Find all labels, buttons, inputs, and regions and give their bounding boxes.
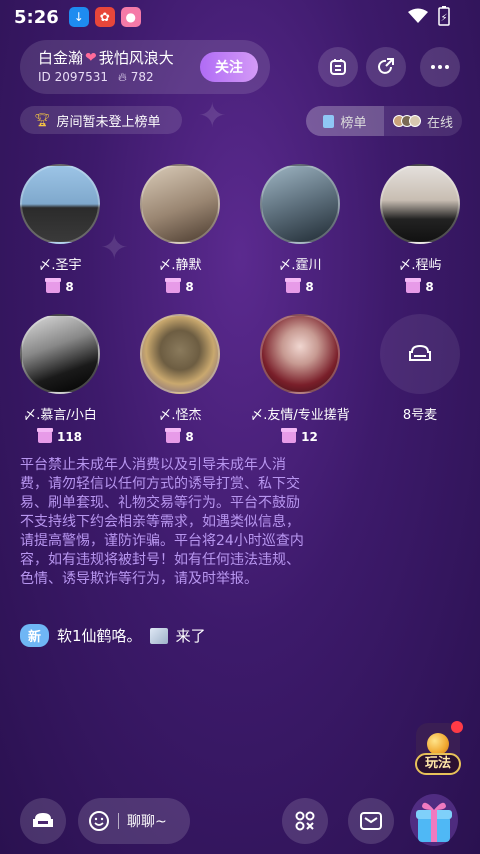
mic-seat-5[interactable]: 〆.慕言/小白 118 xyxy=(5,314,115,444)
seat-username: 〆.怪杰 xyxy=(158,408,202,423)
seat-gift-count: 8 xyxy=(5,278,115,294)
join-username[interactable]: 软1仙鹤咯。 xyxy=(57,625,142,646)
seat-username: 〆.友情/专业搓背 xyxy=(250,408,350,423)
app-notification-icon: ✿ xyxy=(94,7,115,27)
avatar xyxy=(20,164,100,244)
seat-label: 8号麦 xyxy=(402,408,438,423)
apps-grid-icon xyxy=(295,811,315,831)
sparkle-decoration: ✦ xyxy=(198,96,227,136)
room-id: ID 2097531 xyxy=(38,70,109,84)
gameplay-label: 玩法 xyxy=(415,753,461,775)
seat-username: 〆.圣宇 xyxy=(38,258,82,273)
room-title: 白金瀚 ❤ 我怕风浪大 xyxy=(38,47,174,68)
avatar xyxy=(380,164,460,244)
gift-button[interactable] xyxy=(408,792,460,848)
avatar xyxy=(20,314,100,394)
avatar xyxy=(140,314,220,394)
apps-button[interactable] xyxy=(282,798,328,844)
seat-button[interactable] xyxy=(20,798,66,844)
mic-seat-4[interactable]: 〆.程屿 8 xyxy=(365,164,475,294)
download-icon: ↓ xyxy=(68,7,89,27)
seat-username: 〆.慕言/小白 xyxy=(23,408,97,423)
heat-value: 782 xyxy=(130,70,154,84)
mic-seat-3[interactable]: 〆.霆川 8 xyxy=(245,164,355,294)
seat-gift-count: 8 xyxy=(125,278,235,294)
gift-icon xyxy=(281,428,298,443)
list-icon xyxy=(323,114,335,128)
heart-icon: ❤ xyxy=(85,49,97,66)
gift-icon xyxy=(285,278,302,293)
mic-seat-8[interactable]: 8号麦 xyxy=(365,314,475,423)
seat-username: 〆.静默 xyxy=(158,258,202,273)
battery-icon: ⚡ xyxy=(438,6,450,26)
seat-gift-count: 8 xyxy=(365,278,475,294)
seat-gift-count: 8 xyxy=(125,428,235,444)
more-options-button[interactable] xyxy=(420,47,460,87)
share-button[interactable] xyxy=(366,47,406,87)
status-bar: 5:26 ↓ ✿ ● ⚡ xyxy=(0,0,480,34)
heat-indicator: 🔥︎ 782 xyxy=(118,70,154,85)
follow-button[interactable]: 关注 xyxy=(200,52,258,82)
seat-gift-count: 118 xyxy=(5,428,115,444)
more-icon xyxy=(431,65,449,69)
mail-icon xyxy=(360,812,382,830)
emoji-icon xyxy=(89,811,109,831)
status-indicators: ⚡ xyxy=(408,6,450,26)
mic-seat-1[interactable]: 〆.圣宇 8 xyxy=(5,164,115,294)
seat-gift-count: 8 xyxy=(245,278,355,294)
rank-online-toggle: 榜单 在线 xyxy=(306,106,462,136)
divider xyxy=(118,813,119,829)
room-info-button[interactable] xyxy=(318,47,358,87)
document-icon xyxy=(330,59,346,75)
avatar xyxy=(260,164,340,244)
seat-username: 〆.霆川 xyxy=(278,258,322,273)
messages-button[interactable] xyxy=(348,798,394,844)
join-message: 新 软1仙鹤咯。 来了 xyxy=(20,624,206,647)
tab-online[interactable]: 在线 xyxy=(384,106,462,136)
chat-placeholder: 聊聊~ xyxy=(127,814,167,830)
gift-icon xyxy=(165,428,182,443)
gameplay-button[interactable]: 玩法 xyxy=(413,721,463,779)
svg-text:⚡: ⚡ xyxy=(440,13,447,24)
seat-username: 〆.程屿 xyxy=(398,258,442,273)
empty-seat xyxy=(380,314,460,394)
rank-status-text: 房间暂未登上榜单 xyxy=(56,114,161,130)
trophy-icon: 🏆︎ xyxy=(34,112,51,128)
avatar xyxy=(260,314,340,394)
room-info-card[interactable]: 白金瀚 ❤ 我怕风浪大 ID 2097531 🔥︎ 782 关注 xyxy=(20,40,270,94)
sofa-icon xyxy=(409,344,431,361)
app-notification-icon: ● xyxy=(120,7,141,27)
tab-rank[interactable]: 榜单 xyxy=(306,106,384,136)
gift-icon xyxy=(165,278,182,293)
user-level-icon xyxy=(149,627,168,644)
mic-seat-2[interactable]: 〆.静默 8 xyxy=(125,164,235,294)
room-title-part2: 我怕风浪大 xyxy=(98,49,174,67)
notification-dot xyxy=(451,721,463,733)
mic-seat-7[interactable]: 〆.友情/专业搓背 12 xyxy=(245,314,355,444)
room-meta: ID 2097531 🔥︎ 782 xyxy=(38,70,154,85)
seat-gift-count: 12 xyxy=(245,428,355,444)
gift-icon xyxy=(45,278,62,293)
gift-icon xyxy=(36,428,53,443)
room-rank-status[interactable]: 🏆︎ 房间暂未登上榜单 xyxy=(20,106,182,134)
wifi-icon xyxy=(408,8,428,23)
share-icon xyxy=(378,58,394,74)
chat-input[interactable]: 聊聊~ xyxy=(78,798,190,844)
gift-box-icon xyxy=(410,794,458,846)
tab-online-label: 在线 xyxy=(426,115,453,131)
new-user-badge: 新 xyxy=(20,624,50,647)
status-time: 5:26 xyxy=(14,6,59,28)
gift-icon xyxy=(405,278,422,293)
join-action: 来了 xyxy=(175,627,206,645)
tab-rank-label: 榜单 xyxy=(340,115,367,131)
flame-icon: 🔥︎ xyxy=(118,70,127,84)
online-avatars-icon xyxy=(392,115,421,127)
avatar xyxy=(140,164,220,244)
mic-seat-6[interactable]: 〆.怪杰 8 xyxy=(125,314,235,444)
platform-notice: 平台禁止未成年人消费以及引导未成年人消费，请勿轻信以任何方式的诱导打赏、私下交易… xyxy=(20,457,304,587)
room-title-part1: 白金瀚 xyxy=(38,49,84,67)
sofa-icon xyxy=(33,813,53,827)
